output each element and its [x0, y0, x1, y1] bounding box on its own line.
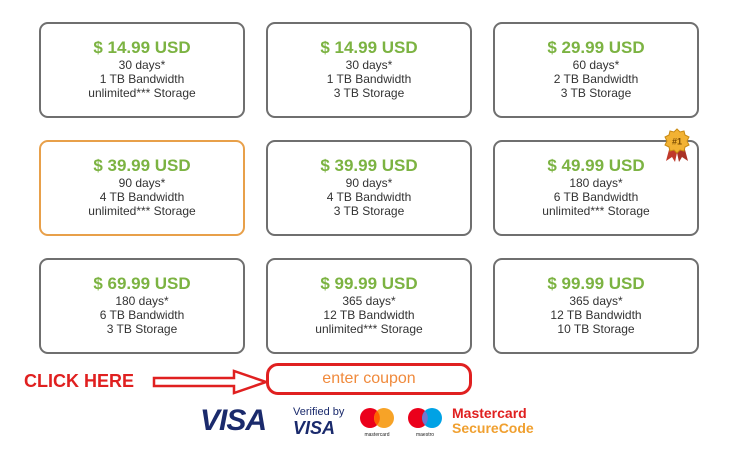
plan-price: $ 14.99 USD — [93, 38, 191, 57]
plan-grid: $ 14.99 USD 30 days* 1 TB Bandwidth unli… — [0, 0, 742, 360]
plan-duration: 365 days* — [342, 294, 396, 308]
plan-duration: 30 days* — [118, 58, 166, 72]
plan-storage: unlimited*** Storage — [88, 86, 196, 100]
verified-by-text: Verified by — [293, 406, 345, 418]
plan-storage: 10 TB Storage — [557, 322, 635, 336]
plan-bandwidth: 12 TB Bandwidth — [550, 308, 642, 322]
plan-price: $ 99.99 USD — [320, 274, 418, 293]
plan-bandwidth: 1 TB Bandwidth — [326, 72, 412, 86]
click-here-label: CLICK HERE — [24, 371, 135, 391]
plan-bandwidth: 4 TB Bandwidth — [326, 190, 412, 204]
plan-bandwidth: 4 TB Bandwidth — [99, 190, 185, 204]
maestro-circles-icon — [408, 408, 442, 428]
mastercard-caption: mastercard — [364, 432, 390, 438]
plan-storage: unlimited*** Storage — [315, 322, 423, 336]
plan-storage: 3 TB Storage — [333, 204, 405, 218]
plan-price: $ 69.99 USD — [93, 274, 191, 293]
plan-storage: 3 TB Storage — [333, 86, 405, 100]
plan-duration: 90 days* — [345, 176, 393, 190]
plan-card[interactable]: $ 39.99 USD 90 days* 4 TB Bandwidth 3 TB… — [266, 140, 472, 236]
plan-storage: 3 TB Storage — [560, 86, 632, 100]
payment-logos: VISA Verified by VISA mastercard maestro… — [200, 404, 540, 444]
plan-card[interactable]: $ 99.99 USD 365 days* 12 TB Bandwidth 10… — [493, 258, 699, 354]
securecode-line1: Mastercard — [452, 405, 527, 421]
mastercard-circles-icon — [360, 408, 394, 428]
plan-bandwidth: 12 TB Bandwidth — [323, 308, 415, 322]
plan-bandwidth: 6 TB Bandwidth — [553, 190, 639, 204]
plan-storage: unlimited*** Storage — [542, 204, 650, 218]
plan-price: $ 29.99 USD — [547, 38, 645, 57]
rank-badge-text: #1 — [672, 137, 682, 147]
plan-price: $ 14.99 USD — [320, 38, 418, 57]
arrow-right-icon — [152, 369, 270, 395]
plan-duration: 60 days* — [572, 58, 620, 72]
mastercard-securecode-logo: Mastercard SecureCode — [452, 406, 534, 436]
plan-duration: 90 days* — [118, 176, 166, 190]
plan-card[interactable]: $ 99.99 USD 365 days* 12 TB Bandwidth un… — [266, 258, 472, 354]
rank-ribbon-icon: #1 — [664, 128, 690, 162]
plan-storage: unlimited*** Storage — [88, 204, 196, 218]
plan-bandwidth: 6 TB Bandwidth — [99, 308, 185, 322]
verified-visa-text: VISA — [293, 418, 336, 438]
verified-by-visa-logo: Verified by VISA — [293, 406, 351, 438]
plan-bandwidth: 1 TB Bandwidth — [99, 72, 185, 86]
visa-logo: VISA — [200, 404, 267, 437]
plan-card[interactable]: $ 69.99 USD 180 days* 6 TB Bandwidth 3 T… — [39, 258, 245, 354]
mastercard-logo: mastercard — [357, 406, 397, 444]
plan-card[interactable]: $ 29.99 USD 60 days* 2 TB Bandwidth 3 TB… — [493, 22, 699, 118]
plan-card-selected[interactable]: $ 39.99 USD 90 days* 4 TB Bandwidth unli… — [39, 140, 245, 236]
plan-duration: 365 days* — [569, 294, 623, 308]
plan-bandwidth: 2 TB Bandwidth — [553, 72, 639, 86]
plan-card[interactable]: $ 14.99 USD 30 days* 1 TB Bandwidth unli… — [39, 22, 245, 118]
enter-coupon-button[interactable]: enter coupon — [266, 363, 472, 395]
plan-price: $ 39.99 USD — [320, 156, 418, 175]
plan-price: $ 39.99 USD — [93, 156, 191, 175]
maestro-logo: maestro — [405, 406, 445, 444]
plan-storage: 3 TB Storage — [106, 322, 178, 336]
plan-card[interactable]: $ 14.99 USD 30 days* 1 TB Bandwidth 3 TB… — [266, 22, 472, 118]
plan-duration: 30 days* — [345, 58, 393, 72]
maestro-caption: maestro — [415, 432, 435, 438]
plan-duration: 180 days* — [115, 294, 169, 308]
securecode-line2: SecureCode — [452, 420, 534, 436]
plan-price: $ 99.99 USD — [547, 274, 645, 293]
plan-duration: 180 days* — [569, 176, 623, 190]
